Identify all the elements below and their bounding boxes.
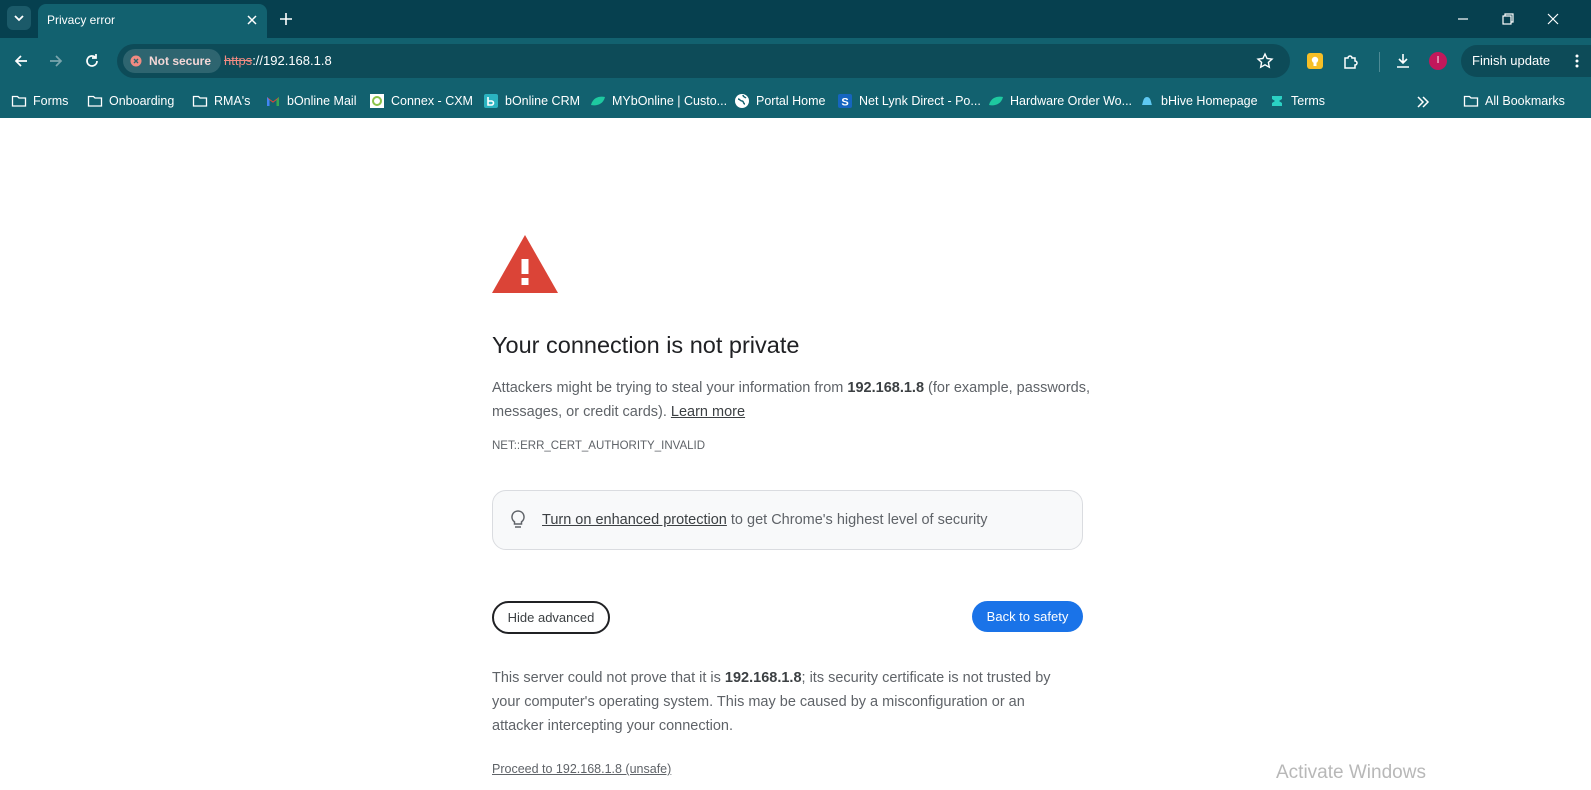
bookmark-label: Portal Home (756, 94, 826, 108)
tab-strip: Privacy error (0, 0, 1591, 38)
back-to-safety-button[interactable]: Back to safety (972, 601, 1083, 632)
not-secure-label: Not secure (149, 54, 212, 68)
url-host: ://192.168.1.8 (252, 53, 332, 68)
finish-update-button[interactable]: Finish update (1461, 45, 1591, 77)
folder-icon (1463, 95, 1479, 107)
profile-avatar[interactable]: I (1429, 52, 1447, 70)
not-secure-chip[interactable]: Not secure (123, 49, 222, 73)
extensions-puzzle-icon[interactable] (1342, 52, 1360, 70)
bookmark-bhive-homepage[interactable]: bHive Homepage (1139, 90, 1258, 112)
bookmark-label: bOnline Mail (287, 94, 357, 108)
leaf-icon (989, 96, 1003, 106)
bookmark-bonline-mail[interactable]: bOnline Mail (265, 90, 356, 112)
toolbar-separator (1379, 52, 1380, 72)
bookmark-label: Hardware Order Wo... (1010, 94, 1133, 108)
page-content: Your connection is not private Attackers… (0, 118, 1591, 790)
bookmark-label: bHive Homepage (1161, 94, 1258, 108)
bookmark-bonline-crm[interactable]: bOnline CRM (483, 90, 580, 112)
bookmark-mybonline[interactable]: MYbOnline | Custo... (590, 90, 727, 112)
crm-icon (484, 94, 498, 108)
gmail-icon (267, 97, 279, 106)
close-tab-icon[interactable] (245, 13, 259, 27)
enhanced-protection-box: Turn on enhanced protection to get Chrom… (492, 490, 1083, 550)
page-title: Your connection is not private (492, 332, 800, 358)
bookmark-terms[interactable]: Terms (1269, 90, 1325, 112)
advanced-details-paragraph: This server could not prove that it is 1… (492, 666, 1072, 738)
s-icon: S (838, 94, 852, 109)
all-bookmarks[interactable]: All Bookmarks (1463, 90, 1565, 112)
bookmarks-bar: Forms Onboarding RMA's bOnline Mail Conn… (0, 84, 1591, 118)
extension-keep-icon[interactable] (1306, 52, 1324, 70)
bookmark-portal-home[interactable]: Portal Home (734, 90, 825, 112)
enhanced-protection-text: Turn on enhanced protection to get Chrom… (542, 512, 988, 528)
bookmarks-overflow-icon[interactable] (1416, 96, 1430, 108)
address-bar[interactable]: Not secure https://192.168.1.8 (117, 44, 1290, 78)
toolbar: Not secure https://192.168.1.8 I Finish … (0, 38, 1591, 84)
new-tab-icon[interactable] (278, 11, 294, 27)
bookmark-hardware-order[interactable]: Hardware Order Wo... (988, 90, 1132, 112)
lightbulb-icon (511, 510, 525, 528)
enhanced-protection-rest: to get Chrome's highest level of securit… (726, 512, 988, 528)
host-name: 192.168.1.8 (847, 380, 925, 396)
connex-icon (370, 94, 384, 108)
intro-paragraph: Attackers might be trying to steal your … (492, 376, 1092, 424)
url-text[interactable]: https://192.168.1.8 (224, 53, 332, 68)
bookmark-label: MYbOnline | Custo... (612, 94, 728, 108)
kebab-menu-icon[interactable] (1575, 54, 1579, 68)
svg-text:S: S (841, 97, 848, 109)
bell-icon (1142, 97, 1152, 105)
bookmark-rmas[interactable]: RMA's (192, 90, 250, 112)
bookmark-forms[interactable]: Forms (11, 90, 68, 112)
bookmark-star-icon[interactable] (1256, 52, 1274, 70)
leaf-icon (591, 96, 605, 106)
bookmark-label: bOnline CRM (505, 94, 581, 108)
bookmark-connex-cxm[interactable]: Connex - CXM (369, 90, 473, 112)
warning-triangle-icon (492, 235, 558, 293)
tab-title: Privacy error (47, 13, 116, 27)
bookmark-net-lynk-direct[interactable]: S Net Lynk Direct - Po... (837, 90, 981, 112)
all-bookmarks-label: All Bookmarks (1485, 94, 1565, 108)
bookmark-label: Net Lynk Direct - Po... (859, 94, 981, 108)
not-secure-icon (130, 55, 142, 67)
learn-more-link[interactable]: Learn more (671, 404, 745, 420)
bookmark-onboarding[interactable]: Onboarding (87, 90, 174, 112)
error-code: NET::ERR_CERT_AUTHORITY_INVALID (492, 440, 706, 452)
back-icon[interactable] (12, 52, 30, 70)
folder-icon (192, 95, 208, 107)
reload-icon[interactable] (83, 52, 101, 70)
finish-update-label: Finish update (1472, 53, 1551, 68)
bookmark-label: Onboarding (109, 94, 175, 108)
tab-search-button[interactable] (7, 6, 31, 30)
folder-icon (87, 95, 103, 107)
forward-icon[interactable] (47, 52, 65, 70)
bookmark-label: RMA's (214, 94, 251, 108)
bookmark-label: Connex - CXM (391, 94, 473, 108)
active-tab[interactable]: Privacy error (38, 4, 267, 38)
download-icon[interactable] (1394, 52, 1412, 70)
globe-icon (735, 94, 749, 108)
chevron-down-icon (14, 15, 24, 22)
intro-text: Attackers might be trying to steal your … (492, 380, 848, 396)
url-scheme: https (224, 53, 253, 68)
detail-host-name: 192.168.1.8 (724, 670, 802, 686)
folder-icon (11, 95, 27, 107)
restore-icon[interactable] (1500, 11, 1516, 27)
close-window-icon[interactable] (1545, 11, 1561, 27)
minimize-icon[interactable] (1455, 11, 1471, 27)
hide-advanced-button[interactable]: Hide advanced (492, 601, 610, 634)
bookmark-label: Terms (1291, 94, 1326, 108)
activate-windows-watermark: Activate Windows (1276, 762, 1426, 783)
terms-icon (1272, 96, 1282, 106)
proceed-unsafe-link[interactable]: Proceed to 192.168.1.8 (unsafe) (492, 762, 671, 776)
bookmark-label: Forms (33, 94, 69, 108)
enhanced-protection-link[interactable]: Turn on enhanced protection (542, 512, 727, 528)
detail-text: This server could not prove that it is (492, 670, 725, 686)
